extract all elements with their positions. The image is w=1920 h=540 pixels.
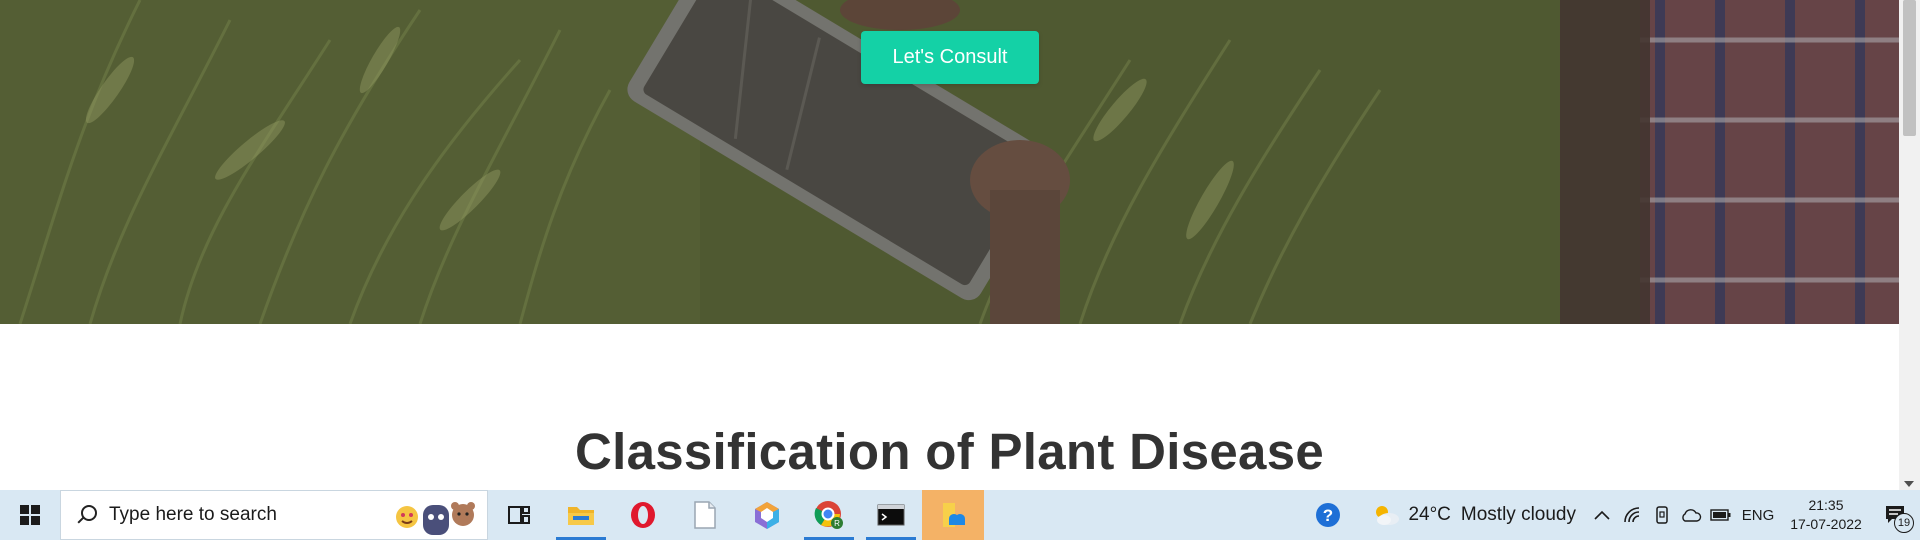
onedrive-button[interactable] [1676,490,1706,540]
lets-consult-button[interactable]: Let's Consult [861,31,1039,84]
notification-center-button[interactable]: 19 [1872,490,1920,540]
clock-time: 21:35 [1808,497,1844,513]
taskbar-3d-app[interactable] [736,490,798,540]
search-icon [75,504,97,526]
taskbar-opera[interactable] [612,490,674,540]
blank-file-icon [694,501,716,529]
svg-text:R: R [834,519,840,528]
chevron-up-icon [1594,510,1610,520]
help-question-icon: ? [1316,503,1341,527]
battery-button[interactable] [1706,490,1736,540]
weather-temperature: 24°C [1408,504,1451,525]
cube-icon [755,502,779,529]
help-button[interactable]: ? [1304,490,1352,540]
phone-link-icon [1656,506,1668,524]
taskbar-notepad[interactable] [674,490,736,540]
hero-banner: Let's Consult [0,0,1899,324]
taskbar-chrome[interactable]: R [798,490,860,540]
svg-text:?: ? [1323,506,1333,525]
opera-icon [631,502,655,528]
cloud-icon [1682,509,1702,522]
taskbar-file-explorer[interactable] [550,490,612,540]
folder-cloud-icon [943,503,965,527]
system-tray: ? 24°C Mostly cloudy ENG 21:35 17-07-202… [1304,490,1920,540]
network-button[interactable] [1618,490,1648,540]
browser-viewport: Let's Consult Classification of Plant Di… [0,0,1920,490]
section-title: Classification of Plant Disease [574,423,1325,480]
language-indicator[interactable]: ENG [1736,490,1780,540]
taskbar-file-sharing[interactable] [922,490,984,540]
page-scrollbar[interactable] [1899,0,1920,490]
device-button[interactable] [1648,490,1676,540]
windows-logo-icon [20,505,40,525]
search-highlight-illustration-icon[interactable] [391,497,481,537]
chrome-icon: R [814,501,843,529]
taskbar-clock[interactable]: 21:35 17-07-2022 [1780,496,1872,534]
taskbar-terminal[interactable] [860,490,922,540]
partly-cloudy-icon [1376,506,1400,525]
scrollbar-thumb[interactable] [1903,0,1916,136]
taskbar-search-box[interactable]: Type here to search [60,490,488,540]
weather-widget[interactable]: 24°C Mostly cloudy [1352,490,1586,540]
windows-taskbar: Type here to search R ? 24°C Mostly clou… [0,490,1920,540]
task-view-button[interactable] [488,490,550,540]
folder-icon [568,507,594,525]
clock-date: 17-07-2022 [1790,516,1862,532]
weather-condition: Mostly cloudy [1460,504,1576,525]
terminal-icon [877,504,905,526]
wifi-icon [1624,507,1640,523]
scroll-down-arrow-icon[interactable] [1904,481,1914,487]
show-hidden-icons-button[interactable] [1586,490,1618,540]
task-view-icon [508,506,530,524]
notification-count-badge: 19 [1894,513,1914,533]
start-button[interactable] [0,490,60,540]
battery-icon [1710,509,1731,521]
search-placeholder: Type here to search [109,504,277,525]
